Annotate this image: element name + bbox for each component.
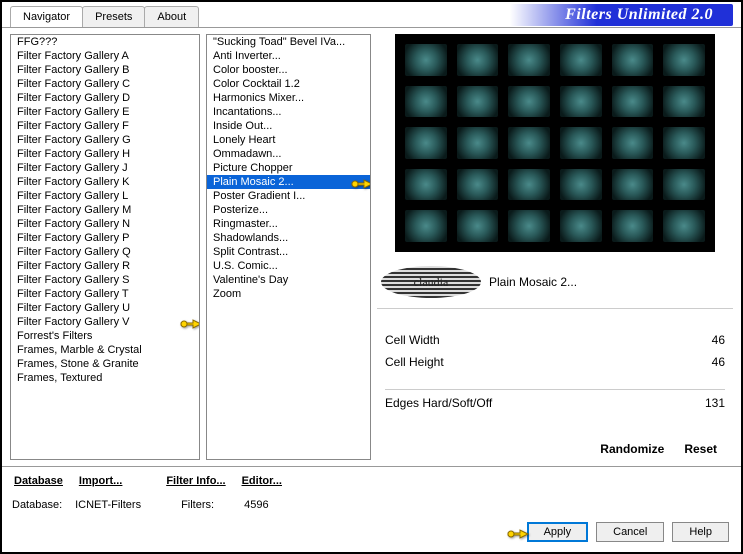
filter-item[interactable]: Harmonics Mixer... <box>207 91 370 105</box>
category-item[interactable]: Filter Factory Gallery L <box>11 189 199 203</box>
category-item[interactable]: Filter Factory Gallery P <box>11 231 199 245</box>
parameters: Cell Width 46 Cell Height 46 Edges Hard/Soft… <box>377 317 733 426</box>
watermark: claudia <box>381 266 481 298</box>
tab-about[interactable]: About <box>144 6 199 27</box>
category-item[interactable]: Frames, Marble & Crystal <box>11 343 199 357</box>
category-item[interactable]: Filter Factory Gallery J <box>11 161 199 175</box>
category-item[interactable]: Filter Factory Gallery B <box>11 63 199 77</box>
category-item[interactable]: Filter Factory Gallery K <box>11 175 199 189</box>
app-title: Filters Unlimited 2.0 <box>485 4 733 26</box>
filter-list[interactable]: "Sucking Toad" Bevel IVa...Anti Inverter… <box>206 34 371 460</box>
filter-item[interactable]: Shadowlands... <box>207 231 370 245</box>
category-item[interactable]: Filter Factory Gallery F <box>11 119 199 133</box>
reset-button[interactable]: Reset <box>684 442 717 456</box>
preview-image <box>395 34 715 252</box>
param-label: Edges Hard/Soft/Off <box>385 396 492 410</box>
category-item[interactable]: Filter Factory Gallery V <box>11 315 199 329</box>
import-button[interactable]: Import... <box>75 473 126 489</box>
tab-presets[interactable]: Presets <box>82 6 145 27</box>
filter-item[interactable]: Zoom <box>207 287 370 301</box>
category-item[interactable]: Filter Factory Gallery T <box>11 287 199 301</box>
filter-info-button[interactable]: Filter Info... <box>162 473 229 489</box>
current-filter-name: Plain Mosaic 2... <box>489 275 729 289</box>
filter-item[interactable]: Color booster... <box>207 63 370 77</box>
filter-item[interactable]: Anti Inverter... <box>207 49 370 63</box>
category-item[interactable]: Filter Factory Gallery D <box>11 91 199 105</box>
category-list[interactable]: FFG???Filter Factory Gallery AFilter Fac… <box>10 34 200 460</box>
param-row[interactable]: Edges Hard/Soft/Off 131 <box>385 392 725 414</box>
status-bar: Database: ICNET-Filters Filters: 4596 <box>2 495 741 515</box>
category-item[interactable]: Frames, Stone & Granite <box>11 357 199 371</box>
help-button[interactable]: Help <box>672 522 729 542</box>
category-item[interactable]: Filter Factory Gallery N <box>11 217 199 231</box>
database-button[interactable]: Database <box>10 473 67 489</box>
filter-item[interactable]: Poster Gradient I... <box>207 189 370 203</box>
category-item[interactable]: Filter Factory Gallery M <box>11 203 199 217</box>
category-item[interactable]: Filter Factory Gallery A <box>11 49 199 63</box>
filter-item[interactable]: Split Contrast... <box>207 245 370 259</box>
param-label: Cell Height <box>385 355 444 369</box>
param-value: 46 <box>712 333 725 347</box>
randomize-button[interactable]: Randomize <box>600 442 664 456</box>
filter-item[interactable]: Valentine's Day <box>207 273 370 287</box>
category-item[interactable]: FFG??? <box>11 35 199 49</box>
filter-item[interactable]: Lonely Heart <box>207 133 370 147</box>
param-row[interactable]: Cell Width 46 <box>385 329 725 351</box>
param-label: Cell Width <box>385 333 440 347</box>
filter-item[interactable]: Inside Out... <box>207 119 370 133</box>
param-row[interactable]: Cell Height 46 <box>385 351 725 373</box>
filter-item[interactable]: Ommadawn... <box>207 147 370 161</box>
param-value: 46 <box>712 355 725 369</box>
tab-navigator[interactable]: Navigator <box>10 6 83 27</box>
category-item[interactable]: Filter Factory Gallery G <box>11 133 199 147</box>
filter-item[interactable]: "Sucking Toad" Bevel IVa... <box>207 35 370 49</box>
category-item[interactable]: Filter Factory Gallery Q <box>11 245 199 259</box>
category-item[interactable]: Filter Factory Gallery U <box>11 301 199 315</box>
category-item[interactable]: Filter Factory Gallery S <box>11 273 199 287</box>
category-item[interactable]: Forrest's Filters <box>11 329 199 343</box>
filter-item[interactable]: Posterize... <box>207 203 370 217</box>
right-panel: claudia Plain Mosaic 2... Cell Width46Ce… <box>377 34 733 460</box>
toolbar: Database Import... Filter Info... Editor… <box>2 466 741 495</box>
category-item[interactable]: Filter Factory Gallery H <box>11 147 199 161</box>
tabs: NavigatorPresetsAbout <box>2 6 198 27</box>
category-item[interactable]: Filter Factory Gallery C <box>11 77 199 91</box>
editor-button[interactable]: Editor... <box>238 473 286 489</box>
filter-item[interactable]: U.S. Comic... <box>207 259 370 273</box>
filter-item[interactable]: Ringmaster... <box>207 217 370 231</box>
category-item[interactable]: Filter Factory Gallery E <box>11 105 199 119</box>
category-item[interactable]: Filter Factory Gallery R <box>11 259 199 273</box>
filter-item[interactable]: Color Cocktail 1.2 <box>207 77 370 91</box>
filter-item[interactable]: Plain Mosaic 2... <box>207 175 370 189</box>
filter-item[interactable]: Incantations... <box>207 105 370 119</box>
apply-button[interactable]: Apply <box>527 522 589 542</box>
dialog-buttons: Apply Cancel Help <box>527 522 729 542</box>
filter-item[interactable]: Picture Chopper <box>207 161 370 175</box>
header: NavigatorPresetsAbout Filters Unlimited … <box>2 2 741 28</box>
main-area: FFG???Filter Factory Gallery AFilter Fac… <box>2 28 741 466</box>
cancel-button[interactable]: Cancel <box>596 522 664 542</box>
param-value: 131 <box>705 396 725 410</box>
category-item[interactable]: Frames, Textured <box>11 371 199 385</box>
